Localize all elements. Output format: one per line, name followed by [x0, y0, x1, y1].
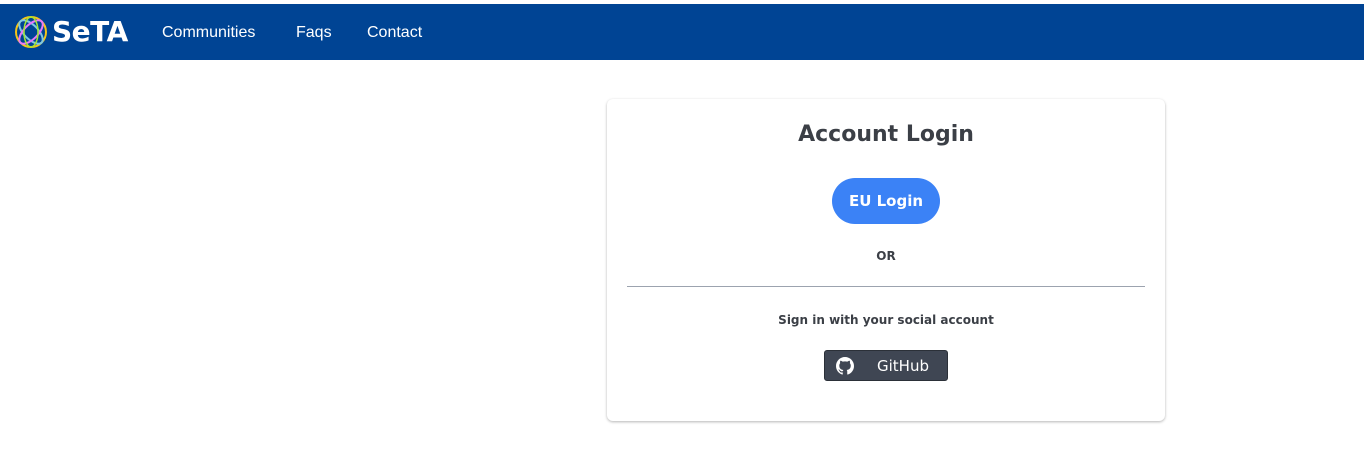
brand-name: SeTA: [52, 15, 128, 48]
or-separator-text: OR: [876, 249, 896, 263]
nav-link-faqs[interactable]: Faqs: [296, 24, 332, 42]
divider: [627, 286, 1145, 287]
social-signin-prompt: Sign in with your social account: [778, 313, 994, 327]
eu-login-button[interactable]: EU Login: [832, 178, 940, 224]
github-icon: [836, 356, 854, 375]
github-login-button[interactable]: GitHub: [824, 350, 948, 381]
github-button-label: GitHub: [877, 356, 929, 375]
nav-link-communities[interactable]: Communities: [162, 24, 255, 42]
top-navbar: SeTA Communities Faqs Contact: [0, 4, 1364, 60]
nav-link-contact[interactable]: Contact: [367, 24, 422, 42]
seta-logo-icon: [15, 16, 47, 48]
github-icon-container: [825, 351, 865, 380]
page-title: Account Login: [798, 122, 974, 147]
login-card: Account Login EU Login OR Sign in with y…: [607, 99, 1165, 421]
brand-logo-link[interactable]: SeTA: [13, 14, 128, 50]
